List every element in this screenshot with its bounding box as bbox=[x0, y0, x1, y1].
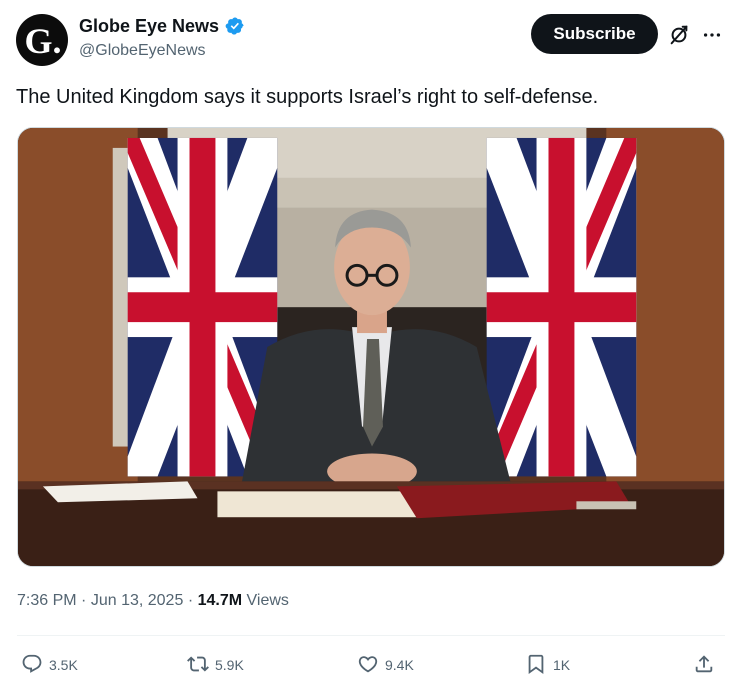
bookmark-button[interactable]: 1K bbox=[525, 650, 570, 680]
meta-separator-2: · bbox=[187, 592, 194, 609]
bookmark-count: 1K bbox=[553, 657, 571, 673]
handle[interactable]: @GlobeEyeNews bbox=[79, 41, 245, 61]
like-icon bbox=[357, 653, 379, 678]
divider bbox=[17, 635, 725, 636]
grok-icon[interactable] bbox=[668, 24, 690, 46]
more-icon[interactable] bbox=[700, 24, 724, 46]
views-count[interactable]: 14.7M bbox=[198, 592, 242, 609]
repost-icon bbox=[187, 653, 209, 678]
verified-badge-icon[interactable] bbox=[225, 16, 245, 36]
reply-icon bbox=[21, 653, 43, 678]
tweet-photo[interactable] bbox=[17, 127, 725, 567]
views-label: Views bbox=[246, 592, 289, 609]
tweet-meta: 7:36 PM · Jun 13, 2025 · 14.7M Views bbox=[17, 591, 289, 611]
reply-button[interactable]: 3.5K bbox=[21, 650, 78, 680]
union-flag-right bbox=[486, 137, 637, 477]
author-block: Globe Eye News @GlobeEyeNews bbox=[79, 15, 245, 61]
reply-count: 3.5K bbox=[49, 657, 78, 673]
like-count: 9.4K bbox=[385, 657, 414, 673]
repost-button[interactable]: 5.9K bbox=[187, 650, 244, 680]
like-button[interactable]: 9.4K bbox=[357, 650, 414, 680]
bookmark-icon bbox=[525, 653, 547, 678]
share-icon bbox=[693, 653, 715, 678]
share-button[interactable] bbox=[693, 650, 715, 680]
tweet-time[interactable]: 7:36 PM bbox=[17, 592, 77, 609]
tweet-header: G. Globe Eye News @GlobeEyeNews Subscrib… bbox=[0, 0, 749, 80]
avatar[interactable]: G. bbox=[16, 14, 68, 66]
action-bar: 3.5K 5.9K 9.4K 1K bbox=[17, 650, 725, 680]
tweet-date[interactable]: Jun 13, 2025 bbox=[91, 592, 184, 609]
repost-count: 5.9K bbox=[215, 657, 244, 673]
avatar-letter: G. bbox=[24, 21, 62, 61]
press-statement-photo bbox=[18, 128, 724, 566]
tweet-text: The United Kingdom says it supports Isra… bbox=[16, 86, 599, 108]
subscribe-button[interactable]: Subscribe bbox=[531, 14, 658, 54]
meta-separator: · bbox=[81, 592, 87, 609]
display-name[interactable]: Globe Eye News bbox=[79, 15, 219, 37]
